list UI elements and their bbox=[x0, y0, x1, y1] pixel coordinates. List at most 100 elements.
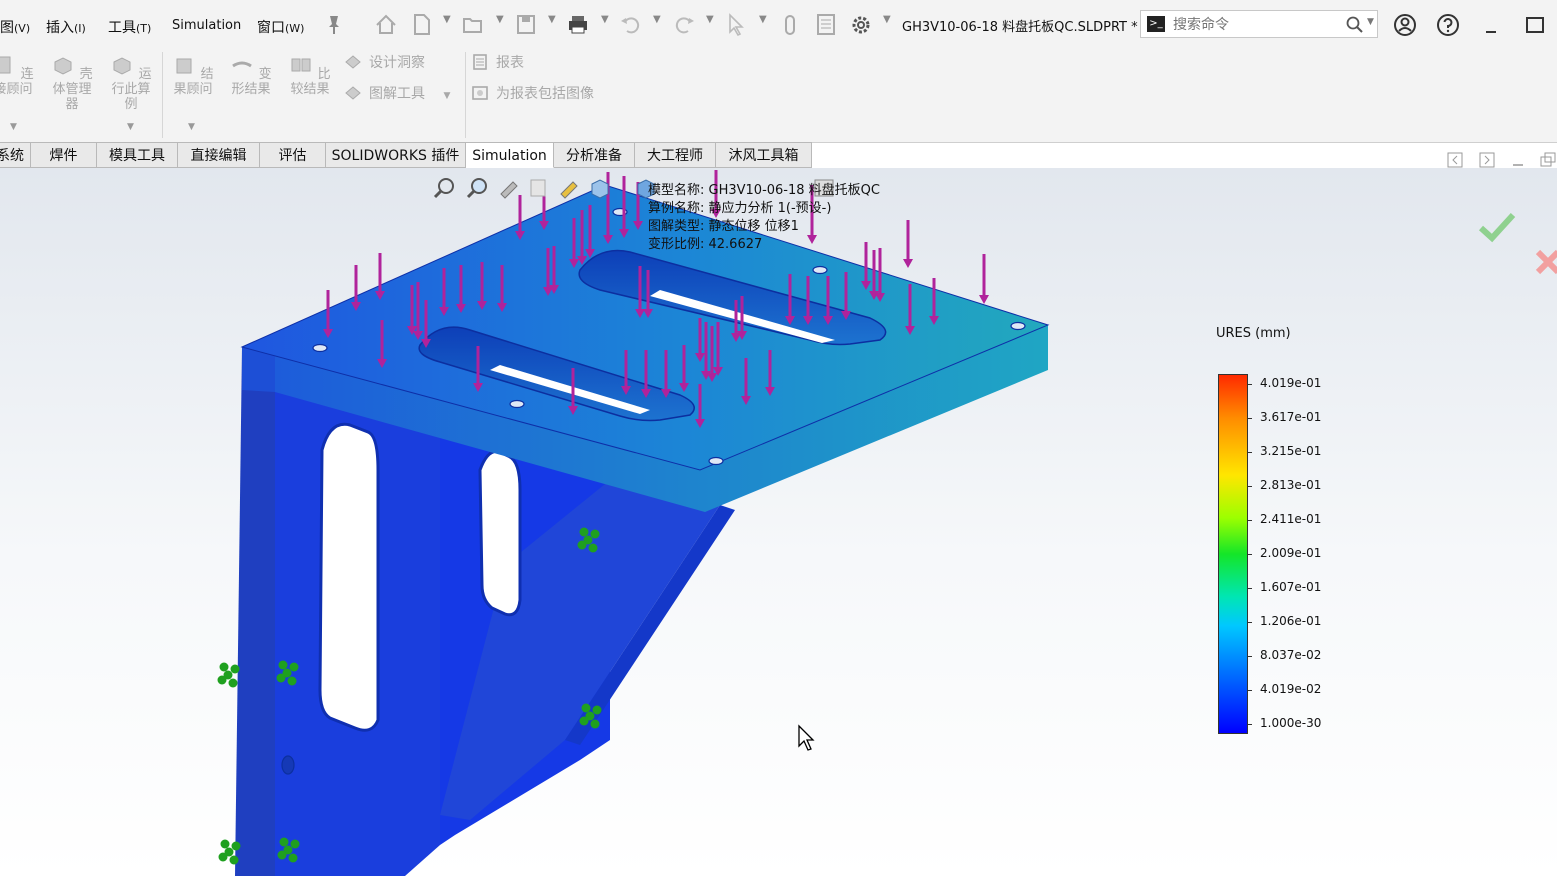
include-image-for-report-button[interactable]: 为报表包括图像 bbox=[470, 83, 594, 103]
panel-left-icon[interactable] bbox=[1447, 152, 1463, 168]
zoom-to-fit-icon[interactable] bbox=[432, 176, 456, 200]
fixture-mark bbox=[230, 664, 240, 674]
menu-tools[interactable]: 工具(T) bbox=[108, 17, 151, 37]
select-arrow-icon[interactable] bbox=[724, 12, 748, 38]
legend-value-label: 8.037e-02 bbox=[1260, 648, 1322, 662]
section-view-icon[interactable] bbox=[527, 176, 551, 200]
base-slot-outer bbox=[318, 422, 380, 732]
select-dropdown-icon[interactable]: ▼ bbox=[759, 14, 767, 25]
undo-dropdown-icon[interactable]: ▼ bbox=[653, 14, 661, 25]
options-dropdown-icon[interactable]: ▼ bbox=[883, 14, 891, 25]
legend-tick bbox=[1248, 520, 1252, 521]
panel-right-icon[interactable] bbox=[1479, 152, 1495, 168]
results-advisor-dropdown-icon[interactable]: ▼ bbox=[188, 122, 195, 132]
maximize-icon[interactable] bbox=[1522, 12, 1548, 38]
zoom-to-area-icon[interactable] bbox=[465, 176, 489, 200]
menu-view[interactable]: 图(V) bbox=[0, 17, 30, 37]
ribbon-separator bbox=[465, 52, 466, 138]
connections-advisor-button[interactable]: 连接顾问 bbox=[0, 54, 38, 97]
run-study-dropdown-icon[interactable]: ▼ bbox=[127, 122, 134, 132]
fixture-mark bbox=[577, 540, 587, 550]
document-title: GH3V10-06-18 料盘托板QC.SLDPRT * bbox=[902, 20, 1138, 35]
tab-weldments[interactable]: 焊件 bbox=[31, 142, 97, 168]
redo-dropdown-icon[interactable]: ▼ bbox=[706, 14, 714, 25]
search-dropdown-icon[interactable]: ▼ bbox=[1367, 17, 1374, 27]
connections-dropdown-icon[interactable]: ▼ bbox=[10, 122, 17, 132]
tab-direct-editing[interactable]: 直接编辑 bbox=[178, 142, 260, 168]
file-properties-icon[interactable] bbox=[814, 12, 838, 38]
menu-window[interactable]: 窗口(W) bbox=[257, 17, 304, 37]
options-gear-icon[interactable] bbox=[849, 12, 873, 38]
search-icon[interactable] bbox=[1345, 15, 1365, 35]
pin-icon[interactable] bbox=[322, 12, 346, 38]
design-insight-button[interactable]: 设计洞察 bbox=[343, 52, 425, 72]
tab-solidworks-addins[interactable]: SOLIDWORKS 插件 bbox=[326, 142, 466, 168]
shell-manager-button[interactable]: 壳体管理器 bbox=[47, 54, 97, 112]
legend-tick bbox=[1248, 622, 1252, 623]
tab-system[interactable]: 系统 bbox=[0, 142, 31, 168]
graphics-viewport[interactable]: 模型名称: GH3V10-06-18 料盘托板QC 算例名称: 静应力分析 1(… bbox=[0, 168, 1557, 876]
print-icon[interactable] bbox=[566, 12, 590, 38]
cancel-x-icon[interactable] bbox=[1532, 246, 1557, 276]
legend-value-label: 3.215e-01 bbox=[1260, 444, 1322, 458]
legend-tick bbox=[1248, 554, 1252, 555]
fixture-mark bbox=[276, 673, 286, 683]
save-icon[interactable] bbox=[514, 12, 538, 38]
tab-mold-tools[interactable]: 模具工具 bbox=[97, 142, 178, 168]
command-manager-ribbon: 连接顾问 ▼ 壳体管理器 运行此算例 ▼ 结果顾问 ▼ 变形结果 比较结果 设计… bbox=[0, 50, 1557, 143]
rebuild-icon[interactable] bbox=[778, 12, 802, 38]
tab-simulation[interactable]: Simulation bbox=[466, 142, 554, 168]
confirm-checkmark-icon[interactable] bbox=[1478, 210, 1516, 244]
minimize-icon[interactable] bbox=[1478, 12, 1504, 38]
deformed-result-button[interactable]: 变形结果 bbox=[226, 54, 276, 97]
new-document-icon[interactable] bbox=[410, 12, 434, 38]
model-name-text: 模型名称: GH3V10-06-18 料盘托板QC bbox=[648, 183, 880, 198]
undo-icon[interactable] bbox=[619, 12, 643, 38]
menu-simulation[interactable]: Simulation bbox=[172, 18, 241, 33]
report-button[interactable]: 报表 bbox=[470, 52, 524, 72]
redo-icon[interactable] bbox=[672, 12, 696, 38]
home-icon[interactable] bbox=[374, 12, 398, 38]
viewport-restore-icon[interactable] bbox=[1540, 152, 1556, 168]
save-dropdown-icon[interactable]: ▼ bbox=[548, 14, 556, 25]
study-info-annotation: 模型名称: GH3V10-06-18 料盘托板QC 算例名称: 静应力分析 1(… bbox=[648, 182, 880, 254]
user-account-icon[interactable] bbox=[1392, 12, 1418, 38]
search-commands-input[interactable] bbox=[1171, 14, 1345, 36]
dynamic-annotation-icon[interactable] bbox=[557, 176, 581, 200]
plot-tools-button[interactable]: 图解工具 ▼ bbox=[343, 83, 450, 103]
plot-tools-dropdown-icon[interactable]: ▼ bbox=[443, 91, 450, 101]
legend-title: URES (mm) bbox=[1216, 326, 1291, 341]
results-advisor-icon bbox=[176, 58, 192, 74]
view-orientation-icon[interactable] bbox=[588, 176, 612, 200]
print-dropdown-icon[interactable]: ▼ bbox=[601, 14, 609, 25]
search-commands-box[interactable]: >_ ▼ bbox=[1140, 10, 1378, 38]
tab-evaluate[interactable]: 评估 bbox=[260, 142, 326, 168]
menu-insert[interactable]: 插入(I) bbox=[46, 17, 86, 37]
run-study-button[interactable]: 运行此算例 bbox=[106, 54, 156, 112]
tab-analysis-preparation-label: 分析准备 bbox=[566, 148, 622, 164]
legend-value-label: 1.607e-01 bbox=[1260, 580, 1322, 594]
new-dropdown-icon[interactable]: ▼ bbox=[443, 14, 451, 25]
design-insight-icon bbox=[345, 55, 361, 69]
tab-analysis-preparation[interactable]: 分析准备 bbox=[554, 142, 635, 168]
results-advisor-button[interactable]: 结果顾问 bbox=[168, 54, 218, 97]
previous-view-icon[interactable] bbox=[497, 176, 521, 200]
help-icon[interactable] bbox=[1435, 12, 1461, 38]
open-folder-icon[interactable] bbox=[461, 12, 485, 38]
legend-value-label: 1.000e-30 bbox=[1260, 716, 1322, 730]
menu-insert-label: 插入 bbox=[46, 20, 74, 36]
tab-mufeng-toolbox[interactable]: 沐风工具箱 bbox=[716, 142, 812, 168]
open-dropdown-icon[interactable]: ▼ bbox=[496, 14, 504, 25]
menu-tools-key: (T) bbox=[136, 22, 152, 35]
compare-results-button[interactable]: 比较结果 bbox=[285, 54, 335, 97]
load-arrow-head bbox=[979, 295, 989, 304]
fixture-mark bbox=[228, 678, 238, 688]
tab-big-engineer[interactable]: 大工程师 bbox=[635, 142, 716, 168]
legend-value-label: 2.813e-01 bbox=[1260, 478, 1322, 492]
legend-tick bbox=[1248, 724, 1252, 725]
command-manager-tabs: 系统 焊件 模具工具 直接编辑 评估 SOLIDWORKS 插件 Simulat… bbox=[0, 142, 1557, 168]
tab-direct-editing-label: 直接编辑 bbox=[190, 148, 247, 164]
simulation-model-render[interactable] bbox=[0, 168, 1557, 876]
viewport-minimize-icon[interactable] bbox=[1510, 152, 1526, 168]
base-slot-inner bbox=[478, 449, 522, 617]
